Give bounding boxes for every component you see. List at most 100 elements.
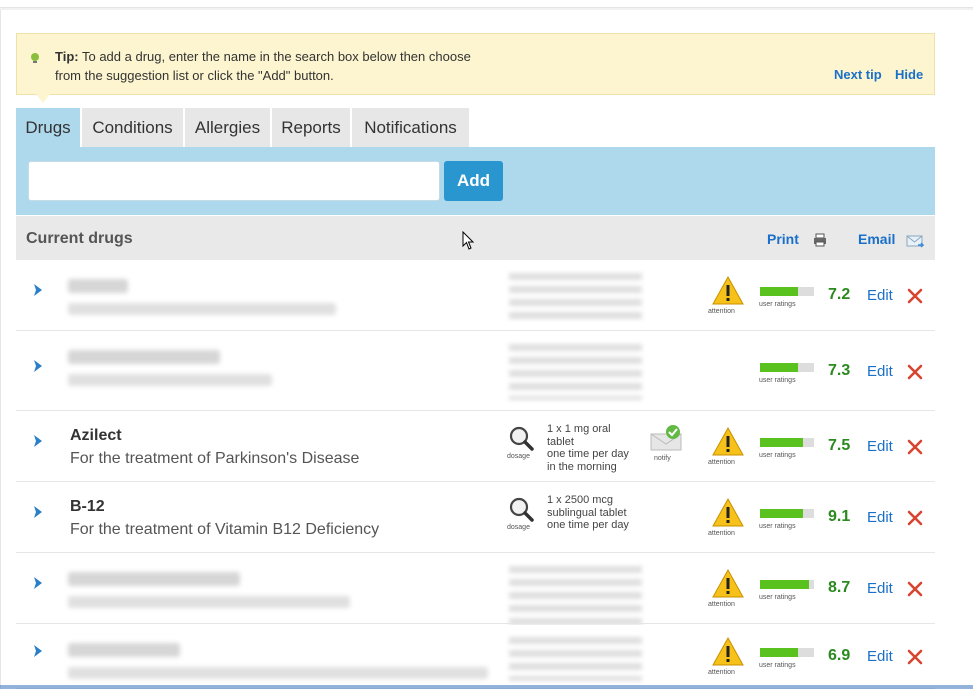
blurred-drug-name — [68, 643, 180, 657]
envelope-icon[interactable] — [906, 234, 924, 248]
expand-chevron-icon[interactable] — [31, 575, 45, 591]
delete-x-icon[interactable] — [907, 581, 923, 597]
delete-x-icon[interactable] — [907, 510, 923, 526]
tip-line1: To add a drug, enter the name in the sea… — [81, 49, 471, 64]
current-drugs-title: Current drugs — [26, 230, 133, 247]
edit-link[interactable]: Edit — [867, 438, 893, 455]
user-ratings-label: user ratings — [759, 662, 796, 669]
dosage-line: sublingual tablet — [547, 506, 627, 519]
expand-chevron-icon[interactable] — [31, 643, 45, 659]
edit-link[interactable]: Edit — [867, 648, 893, 665]
drug-row: attention user ratings 6.9 Edit — [16, 625, 935, 689]
drug-row: attention user ratings 7.2 Edit — [16, 261, 935, 331]
rating-value: 8.7 — [828, 579, 851, 596]
dosage-label: dosage — [507, 524, 530, 531]
drug-condition: For the treatment of Parkinson's Disease — [70, 450, 360, 467]
drug-row: attention user ratings 8.7 Edit — [16, 554, 935, 630]
user-ratings-label: user ratings — [759, 452, 796, 459]
blurred-drug-name — [68, 279, 128, 293]
attention-label: attention — [708, 669, 735, 676]
dosage-text: 1 x 1 mg oral tablet one time per day in th… — [547, 423, 637, 473]
delete-x-icon[interactable] — [907, 288, 923, 304]
user-ratings-label: user ratings — [759, 377, 796, 384]
rating-value: 9.1 — [828, 508, 851, 525]
add-button[interactable]: Add — [444, 161, 503, 201]
blurred-dosage — [509, 273, 642, 325]
attention-warning-icon[interactable]: attention — [704, 636, 752, 676]
tab-reports[interactable]: Reports — [272, 108, 350, 148]
attention-label: attention — [708, 308, 735, 315]
bottom-edge — [0, 685, 973, 689]
tip-arrow — [36, 94, 50, 103]
drug-name[interactable]: Azilect — [70, 427, 122, 445]
print-link[interactable]: Print — [767, 231, 799, 247]
attention-label: attention — [708, 601, 735, 608]
tip-text: Tip: To add a drug, enter the name in th… — [55, 47, 515, 85]
blurred-drug-condition — [68, 374, 272, 386]
edit-link[interactable]: Edit — [867, 363, 893, 380]
drug-condition: For the treatment of Vitamin B12 Deficie… — [70, 521, 380, 538]
delete-x-icon[interactable] — [907, 439, 923, 455]
hide-tip-link[interactable]: Hide — [895, 67, 923, 82]
attention-label: attention — [708, 459, 735, 466]
mouse-cursor-icon — [462, 231, 475, 250]
tab-conditions[interactable]: Conditions — [82, 108, 183, 148]
edit-link[interactable]: Edit — [867, 287, 893, 304]
drug-name[interactable]: B-12 — [70, 498, 105, 516]
current-drugs-header: Current drugs Print Email — [16, 216, 935, 260]
dosage-line: 1 x 1 mg oral — [547, 423, 611, 435]
rating-value: 7.5 — [828, 437, 851, 454]
user-ratings-bar[interactable]: user ratings — [758, 644, 816, 670]
user-ratings-label: user ratings — [759, 301, 796, 308]
expand-chevron-icon[interactable] — [31, 433, 45, 449]
user-ratings-bar[interactable]: user ratings — [758, 576, 816, 602]
search-row: Add — [16, 147, 935, 215]
expand-chevron-icon[interactable] — [31, 358, 45, 374]
tip-label: Tip: — [55, 49, 79, 64]
blurred-dosage — [509, 344, 642, 400]
notify-label: notify — [654, 455, 671, 462]
rating-value: 6.9 — [828, 647, 851, 664]
edit-link[interactable]: Edit — [867, 509, 893, 526]
tip-bulb-icon — [31, 53, 39, 63]
notify-check-icon[interactable]: notify — [646, 424, 686, 462]
expand-chevron-icon[interactable] — [31, 504, 45, 520]
tip-line2: from the suggestion list or click the "A… — [55, 68, 334, 83]
next-tip-link[interactable]: Next tip — [834, 67, 882, 82]
rating-value: 7.2 — [828, 286, 851, 303]
tab-allergies[interactable]: Allergies — [185, 108, 270, 148]
drug-row: Azilect For the treatment of Parkinson's … — [16, 412, 935, 482]
user-ratings-bar[interactable]: user ratings — [758, 359, 816, 385]
printer-icon[interactable] — [813, 233, 827, 247]
dosage-magnifier-icon[interactable]: dosage — [506, 424, 544, 462]
delete-x-icon[interactable] — [907, 364, 923, 380]
user-ratings-bar[interactable]: user ratings — [758, 283, 816, 309]
drug-row: user ratings 7.3 Edit — [16, 332, 935, 411]
attention-warning-icon[interactable]: attention — [704, 568, 752, 608]
blurred-drug-name — [68, 350, 220, 364]
blurred-dosage — [509, 637, 642, 681]
attention-warning-icon[interactable]: attention — [704, 275, 752, 315]
blurred-drug-name — [68, 572, 240, 586]
expand-chevron-icon[interactable] — [31, 282, 45, 298]
delete-x-icon[interactable] — [907, 649, 923, 665]
attention-label: attention — [708, 530, 735, 537]
blurred-drug-condition — [68, 667, 488, 679]
drug-search-input[interactable] — [28, 161, 440, 201]
tab-drugs[interactable]: Drugs — [16, 108, 80, 148]
edit-link[interactable]: Edit — [867, 580, 893, 597]
attention-warning-icon[interactable]: attention — [704, 426, 752, 466]
dosage-magnifier-icon[interactable]: dosage — [506, 495, 544, 533]
blurred-drug-condition — [68, 596, 350, 608]
dosage-line: 1 x 2500 mcg — [547, 494, 614, 506]
email-link[interactable]: Email — [858, 231, 895, 247]
user-ratings-label: user ratings — [759, 594, 796, 601]
tab-notifications[interactable]: Notifications — [352, 108, 469, 148]
blurred-dosage — [509, 566, 642, 630]
user-ratings-label: user ratings — [759, 523, 796, 530]
dosage-line: one time per day — [547, 448, 629, 461]
user-ratings-bar[interactable]: user ratings — [758, 505, 816, 531]
drug-row: B-12 For the treatment of Vitamin B12 Def… — [16, 483, 935, 553]
attention-warning-icon[interactable]: attention — [704, 497, 752, 537]
user-ratings-bar[interactable]: user ratings — [758, 434, 816, 460]
